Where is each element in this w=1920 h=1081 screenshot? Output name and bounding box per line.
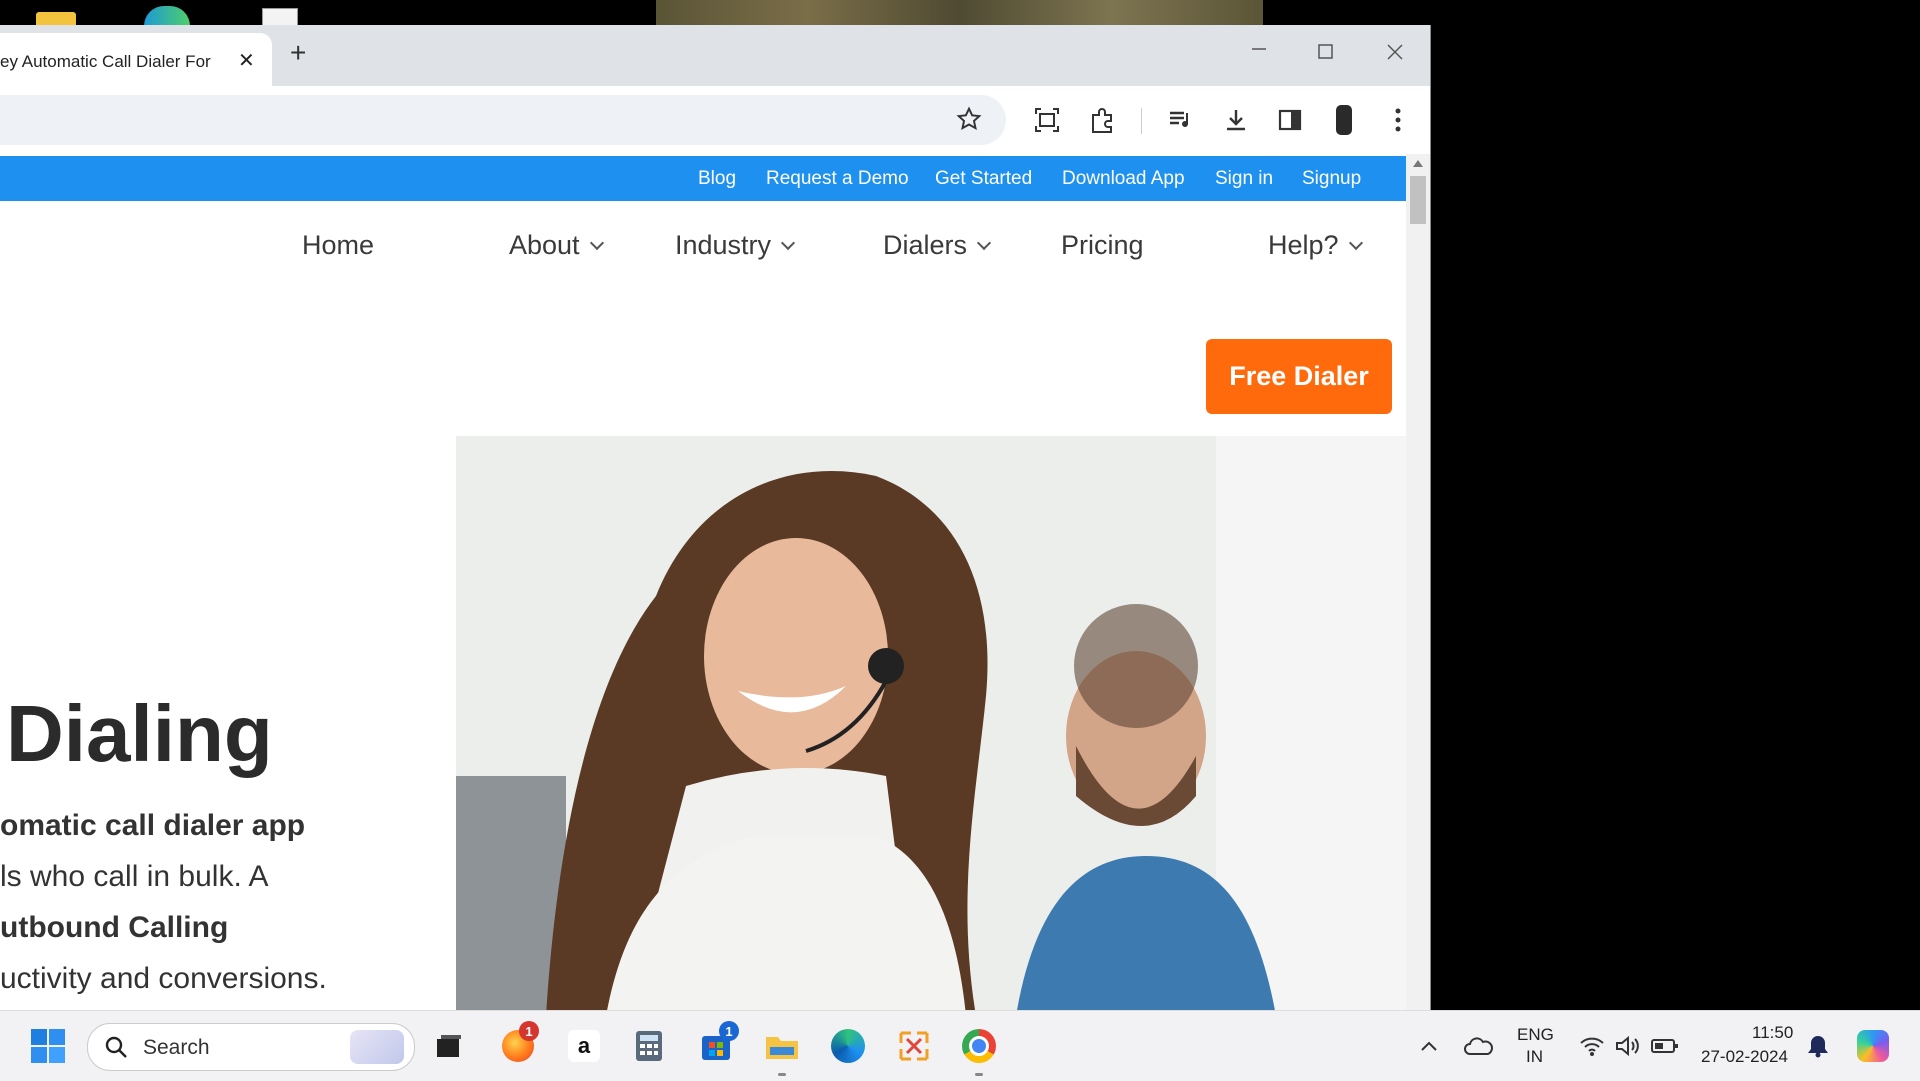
desktop-edge-icon[interactable]	[144, 6, 190, 26]
file-explorer-icon[interactable]	[761, 1025, 803, 1076]
side-panel-icon[interactable]	[1275, 105, 1305, 135]
link-get-started[interactable]: Get Started	[935, 168, 1032, 190]
nav-home[interactable]: Home	[302, 230, 374, 261]
address-bar[interactable]	[0, 95, 1006, 145]
scroll-thumb[interactable]	[1410, 176, 1426, 224]
language-line-2[interactable]: IN	[1526, 1047, 1543, 1067]
amazon-icon[interactable]: a	[563, 1025, 605, 1067]
web-page: Blog Request a Demo Get Started Download…	[0, 154, 1406, 1010]
running-indicator	[975, 1073, 983, 1076]
tab-strip: ey Automatic Call Dialer For ✕ +	[0, 25, 1430, 86]
new-tab-button[interactable]: +	[290, 39, 306, 67]
clock-time[interactable]: 11:50	[1752, 1023, 1793, 1043]
download-icon[interactable]	[1221, 105, 1251, 135]
nav-about[interactable]: About	[509, 230, 604, 261]
running-indicator	[778, 1073, 786, 1076]
maximize-icon[interactable]	[1318, 43, 1334, 66]
close-tab-icon[interactable]: ✕	[238, 48, 255, 73]
chevron-down-icon	[976, 235, 992, 251]
firefox-badge: 1	[519, 1021, 539, 1041]
nav-help[interactable]: Help?	[1268, 230, 1363, 261]
chevron-down-icon	[780, 235, 796, 251]
language-line-1[interactable]: ENG	[1517, 1025, 1554, 1045]
wallpaper-strip	[656, 0, 1263, 26]
hero-image	[456, 436, 1406, 1010]
hero-title: Dialing	[6, 689, 273, 778]
microsoft-store-icon[interactable]: 1	[695, 1021, 739, 1067]
hero-line-3: utbound Calling	[0, 911, 229, 944]
nav-dialers[interactable]: Dialers	[883, 230, 992, 261]
link-request-demo[interactable]: Request a Demo	[766, 168, 909, 190]
snipping-tool-icon[interactable]	[893, 1025, 935, 1067]
screenshot-icon[interactable]	[1032, 105, 1062, 135]
wifi-icon[interactable]	[1571, 1025, 1613, 1067]
hero-line-4: uctivity and conversions.	[0, 962, 327, 995]
nav-dialers-label: Dialers	[883, 230, 968, 260]
free-dialer-button[interactable]: Free Dialer	[1206, 339, 1392, 414]
nav-help-label: Help?	[1268, 230, 1339, 260]
toolbar-divider	[1141, 108, 1142, 134]
tab-title: ey Automatic Call Dialer For	[0, 52, 211, 71]
chrome-icon[interactable]	[958, 1025, 1000, 1076]
nav-industry-label: Industry	[675, 230, 772, 260]
edge-icon[interactable]	[827, 1025, 869, 1067]
top-utility-bar: Blog Request a Demo Get Started Download…	[0, 156, 1406, 201]
taskbar: Search 1 a 1 ENG IN 11:50 27-02-2024	[0, 1010, 1920, 1081]
link-download-app[interactable]: Download App	[1062, 168, 1185, 190]
bookmark-star-icon[interactable]	[956, 106, 982, 137]
active-tab[interactable]: ey Automatic Call Dialer For ✕	[0, 33, 272, 86]
link-blog[interactable]: Blog	[698, 168, 736, 190]
scroll-up-arrow[interactable]	[1413, 160, 1423, 167]
page-scrollbar[interactable]	[1406, 154, 1430, 1010]
nav-about-label: About	[509, 230, 580, 260]
firefox-icon[interactable]: 1	[497, 1021, 539, 1067]
profile-avatar-icon[interactable]	[1329, 105, 1359, 135]
desktop-folder-icon[interactable]	[36, 12, 76, 26]
notification-bell-icon[interactable]	[1797, 1025, 1839, 1067]
nav-pricing[interactable]: Pricing	[1061, 230, 1144, 261]
hero-text-panel: Dialing omatic call dialer app ls who ca…	[0, 436, 458, 1010]
battery-icon[interactable]	[1644, 1025, 1686, 1067]
link-sign-in[interactable]: Sign in	[1215, 168, 1273, 190]
search-icon	[104, 1035, 128, 1064]
copilot-icon[interactable]	[1852, 1025, 1894, 1067]
calculator-icon[interactable]	[628, 1025, 670, 1067]
search-placeholder: Search	[143, 1036, 210, 1059]
more-menu-icon[interactable]	[1383, 105, 1413, 135]
store-badge: 1	[719, 1021, 739, 1041]
taskbar-search[interactable]: Search	[87, 1023, 415, 1071]
chevron-down-icon	[589, 235, 604, 251]
clock-date[interactable]: 27-02-2024	[1701, 1047, 1788, 1067]
onedrive-icon[interactable]	[1458, 1025, 1500, 1067]
close-window-icon[interactable]	[1386, 43, 1404, 67]
link-signup[interactable]: Signup	[1302, 168, 1361, 190]
show-hidden-icons[interactable]	[1408, 1025, 1450, 1067]
media-control-icon[interactable]	[1166, 105, 1196, 135]
extensions-icon[interactable]	[1087, 105, 1117, 135]
search-highlight-icon	[350, 1030, 404, 1064]
chevron-down-icon	[1348, 235, 1363, 251]
minimize-icon[interactable]	[1250, 33, 1268, 63]
hero-line-2: ls who call in bulk. A	[0, 860, 269, 893]
windows-start-icon[interactable]	[27, 1025, 69, 1067]
task-view-icon[interactable]	[428, 1025, 470, 1067]
browser-toolbar	[0, 86, 1430, 154]
browser-window: ey Automatic Call Dialer For ✕ + Blog Re…	[0, 25, 1431, 1010]
hero-line-1: omatic call dialer app	[0, 809, 306, 842]
nav-industry[interactable]: Industry	[675, 230, 796, 261]
